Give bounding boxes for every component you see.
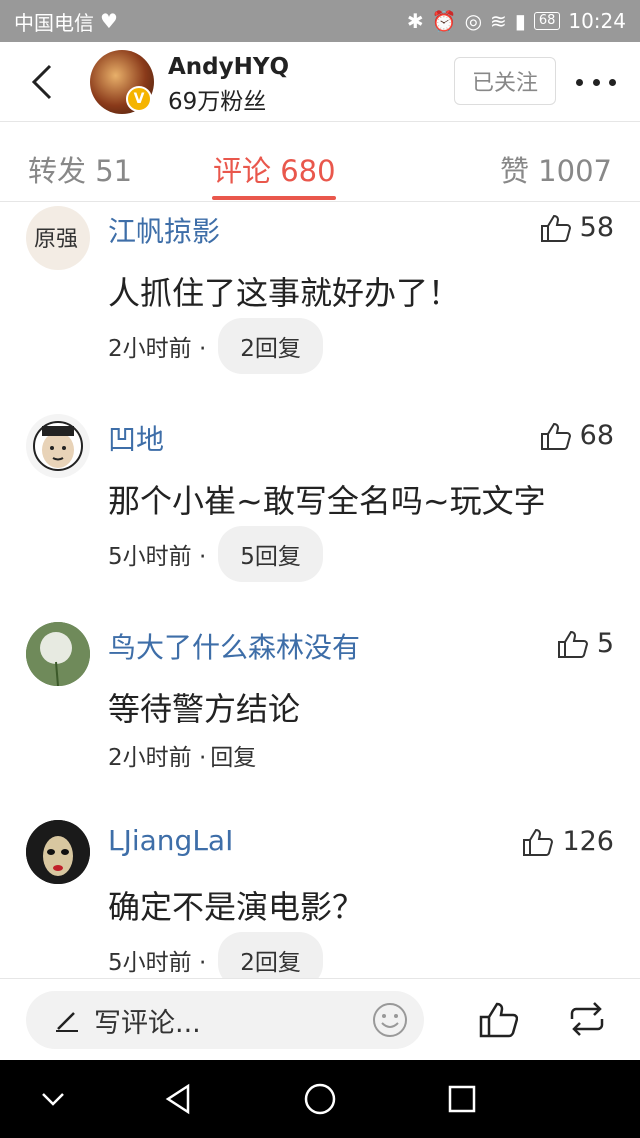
- tab-bar: 转发 51 评论 680 赞 1007: [0, 122, 640, 202]
- like-button[interactable]: 126: [522, 826, 614, 857]
- like-count: 58: [579, 212, 614, 243]
- home-nav-icon[interactable]: [301, 1080, 339, 1118]
- comment-author[interactable]: LJiangLaI: [108, 824, 233, 857]
- comment-meta: 5小时前 · 2回复: [108, 932, 323, 978]
- comment-text: 等待警方结论: [108, 690, 301, 728]
- like-button[interactable]: 68: [540, 420, 614, 451]
- follow-button[interactable]: 已关注: [454, 57, 556, 105]
- like-button[interactable]: 58: [540, 212, 614, 243]
- battery-icon: 68: [533, 12, 561, 30]
- comment-item[interactable]: LJiangLaI 126 确定不是演电影？ 5小时前 · 2回复: [0, 816, 640, 978]
- emoji-icon[interactable]: [372, 1002, 408, 1038]
- more-icon[interactable]: [576, 70, 616, 94]
- avatar[interactable]: [26, 820, 90, 884]
- avatar[interactable]: [26, 622, 90, 686]
- like-count: 68: [579, 420, 614, 451]
- like-button[interactable]: 5: [557, 628, 614, 659]
- carrier-label: 中国电信: [14, 10, 94, 35]
- tab-indicator: [212, 196, 336, 200]
- thumb-up-icon: [523, 828, 554, 856]
- back-nav-icon[interactable]: [160, 1080, 198, 1118]
- comment-item[interactable]: 凹地 68 那个小崔~敢写全名吗~玩文字 5小时前 · 5回复: [0, 410, 640, 600]
- repost-icon[interactable]: [566, 999, 608, 1039]
- bottom-bar: 写评论...: [0, 978, 640, 1060]
- comment-meta: 2小时前 · 2回复: [108, 318, 323, 374]
- comment-text: 确定不是演电影？: [108, 888, 365, 926]
- comment-item[interactable]: 原强 江帆掠影 58 人抓住了这事就好办了！ 2小时前 · 2回复: [0, 202, 640, 392]
- username[interactable]: AndyHYQ: [168, 54, 289, 80]
- comment-time: 2小时前 ·: [108, 336, 207, 362]
- svg-text:原强: 原强: [34, 227, 78, 252]
- thumb-up-icon[interactable]: [478, 999, 518, 1039]
- fans-count: 69万粉丝: [168, 89, 267, 115]
- reply-button[interactable]: 2回复: [218, 318, 323, 374]
- reply-button[interactable]: 5回复: [218, 526, 323, 582]
- thumb-up-icon: [540, 422, 571, 450]
- avatar[interactable]: 原强: [26, 206, 90, 270]
- silent-icon: ◎: [464, 9, 483, 33]
- tab-likes[interactable]: 赞 1007: [500, 148, 612, 190]
- chevron-down-icon[interactable]: [34, 1080, 72, 1118]
- back-icon[interactable]: [26, 62, 62, 102]
- tab-repost[interactable]: 转发 51: [28, 148, 132, 190]
- like-count: 5: [596, 628, 614, 659]
- wifi-icon: ≋: [490, 9, 507, 33]
- thumb-up-icon: [557, 630, 588, 658]
- like-count: 126: [562, 826, 614, 857]
- reply-button[interactable]: 回复: [210, 738, 256, 772]
- comment-author[interactable]: 江帆掠影: [108, 210, 220, 250]
- tab-comments[interactable]: 评论 680: [213, 148, 336, 190]
- avatar[interactable]: [26, 414, 90, 478]
- comment-input[interactable]: 写评论...: [26, 991, 424, 1049]
- header: V AndyHYQ 69万粉丝 已关注: [0, 42, 640, 122]
- comment-time: 5小时前 ·: [108, 950, 207, 976]
- reply-button[interactable]: 2回复: [218, 932, 323, 978]
- carrier: 中国电信 ♥: [14, 7, 118, 36]
- comment-author[interactable]: 鸟大了什么森林没有: [108, 626, 360, 666]
- alarm-icon: ⏰: [431, 9, 457, 33]
- pen-icon: [56, 1012, 78, 1032]
- comment-meta: 2小时前 · 回复: [108, 738, 256, 772]
- comment-meta: 5小时前 · 5回复: [108, 526, 323, 582]
- recents-nav-icon[interactable]: [443, 1080, 481, 1118]
- comment-author[interactable]: 凹地: [108, 418, 164, 458]
- comment-input-placeholder: 写评论...: [94, 1007, 201, 1039]
- system-nav-bar: [0, 1060, 640, 1138]
- comment-time: 2小时前 ·: [108, 745, 207, 771]
- verified-badge-icon: V: [126, 86, 152, 112]
- heart-icon: ♥: [100, 9, 118, 33]
- signal-icon: ▮: [514, 9, 526, 33]
- status-right: ✱ ⏰ ◎ ≋ ▮ 68 10:24: [407, 9, 626, 33]
- bluetooth-icon: ✱: [406, 9, 424, 33]
- clock: 10:24: [568, 9, 626, 33]
- comment-text: 人抓住了这事就好办了！: [108, 274, 461, 312]
- thumb-up-icon: [540, 214, 571, 242]
- comment-item[interactable]: 鸟大了什么森林没有 5 等待警方结论 2小时前 · 回复: [0, 618, 640, 788]
- status-bar: 中国电信 ♥ ✱ ⏰ ◎ ≋ ▮ 68 10:24: [0, 0, 640, 42]
- comment-time: 5小时前 ·: [108, 544, 207, 570]
- comment-text: 那个小崔~敢写全名吗~玩文字: [108, 482, 546, 520]
